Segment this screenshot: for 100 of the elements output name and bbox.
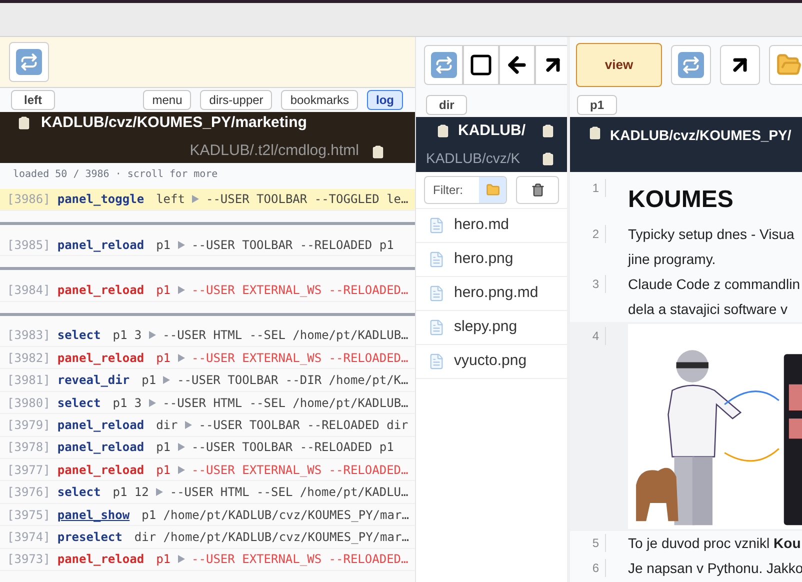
command-name[interactable]: select [57, 326, 101, 344]
command-name[interactable]: panel_reload [57, 550, 144, 568]
paragraph-line: To je duvod proc vznikl Kou [628, 534, 802, 553]
panel-label: left [11, 90, 55, 110]
tab[interactable]: menu [143, 90, 192, 110]
tab[interactable]: log [367, 90, 403, 110]
entry-number: [3979] [7, 416, 50, 434]
command-name[interactable]: preselect [57, 528, 122, 546]
command-args: p1 [156, 282, 171, 299]
command-name[interactable]: panel_reload [57, 348, 144, 367]
play-icon [178, 286, 185, 294]
command-name[interactable]: panel_reload [57, 438, 144, 456]
path-title: KADLUB/ [458, 120, 526, 141]
entry-number: [3983] [7, 327, 50, 344]
log-message: --USER TOOLBAR --RELOADED p1 [192, 439, 394, 456]
entry-number: [3982] [7, 350, 50, 367]
command-args: p1 [156, 551, 171, 568]
filter-field[interactable]: Filter: [424, 176, 507, 204]
line-number: 1 [592, 180, 599, 197]
log-message: --USER EXTERNAL_WS --RELOADED… [192, 551, 408, 568]
entry-number: [3985] [7, 236, 50, 254]
folder-icon [479, 177, 506, 203]
log-message: --USER EXTERNAL_WS --RELOADED… [192, 350, 408, 367]
command-name[interactable]: panel_reload [57, 281, 144, 299]
line-number: 2 [592, 226, 599, 243]
clipboard-icon [541, 124, 555, 138]
entry-number: [3975] [7, 506, 50, 524]
play-icon [192, 195, 199, 204]
log-message: --USER HTML --SEL /home/pt/KADLUB… [162, 394, 408, 412]
log-message: --USER TOOLBAR --RELOADED p1 [192, 236, 394, 254]
play-icon [178, 466, 185, 474]
command-name[interactable]: select [57, 483, 101, 502]
path-title: KADLUB/cvz/KOUMES_PY/marketing [41, 112, 307, 133]
command-args: left [156, 191, 185, 208]
log-message: --USER TOOLBAR --RELOADED dir [198, 416, 408, 434]
paragraph-line: Typicky setup dnes - Visua [628, 225, 796, 244]
play-icon [178, 240, 185, 249]
play-icon [156, 488, 163, 496]
file-item[interactable]: hero.md [416, 209, 567, 243]
file-item[interactable]: slepy.png [416, 311, 567, 345]
command-name[interactable]: panel_toggle [57, 190, 144, 208]
play-icon [178, 354, 185, 362]
entry-number: [3981] [7, 372, 50, 390]
command-args: p1 12 [112, 484, 149, 502]
entry-number: [3978] [7, 439, 50, 456]
refresh-icon [678, 52, 704, 78]
entry-number: [3973] [7, 551, 50, 568]
log-message: --USER TOOLBAR --TOGGLED le… [206, 191, 408, 208]
path-title: KADLUB/cvz/KOUMES_PY/ [610, 126, 792, 145]
tab[interactable]: bookmarks [281, 90, 358, 110]
toolbar-button[interactable] [463, 44, 499, 84]
command-name[interactable]: panel_show [57, 506, 130, 524]
line-number: 4 [592, 328, 599, 345]
clipboard-icon [371, 144, 385, 159]
toolbar-button[interactable] [499, 44, 535, 84]
log-message: --USER TOOLBAR --DIR /home/pt/K… [177, 372, 408, 390]
toolbar-button[interactable] [720, 44, 760, 84]
command-name[interactable]: select [57, 394, 101, 412]
file-icon [428, 251, 445, 268]
view-button[interactable]: view [576, 42, 662, 86]
play-icon [148, 331, 156, 340]
entry-number: [3986] [7, 191, 50, 208]
log-message: --USER HTML --SEL /home/pt/KADLUB… [162, 327, 408, 344]
entry-number: [3980] [7, 394, 50, 412]
toolbar-button[interactable] [535, 44, 567, 84]
refresh-icon [16, 49, 42, 76]
square-icon [469, 52, 493, 76]
tab[interactable]: dirs-upper [200, 90, 272, 110]
command-args: p1 [142, 372, 156, 390]
log-message: --USER EXTERNAL_WS --RELOADED… [192, 462, 408, 479]
folder-icon [776, 52, 802, 78]
command-args: p1 3 [112, 394, 142, 412]
path-subtitle: KADLUB/.t2l/cmdlog.html [190, 141, 359, 162]
file-icon [428, 217, 445, 234]
entry-number: [3984] [7, 282, 50, 299]
file-item[interactable]: hero.png [416, 243, 567, 277]
paragraph-line: Claude Code z commandlin [628, 275, 801, 294]
paragraph-line: jine programy. [628, 250, 717, 269]
command-name[interactable]: panel_reload [57, 416, 144, 434]
refresh-icon [430, 52, 456, 78]
path-subtitle: KADLUB/cvz/K [426, 149, 520, 168]
command-name[interactable]: panel_reload [57, 460, 144, 479]
command-name[interactable]: reveal_dir [57, 371, 130, 390]
file-item[interactable]: hero.png.md [416, 277, 567, 311]
heading: KOUMES [628, 185, 734, 215]
panel-label: p1 [577, 94, 618, 114]
delete-button[interactable] [516, 176, 559, 204]
command-name[interactable]: panel_reload [57, 236, 144, 254]
command-args: p1 [156, 350, 171, 367]
panel-label: dir [426, 94, 468, 114]
entry-number: [3974] [7, 528, 50, 546]
log-message: --USER HTML --SEL /home/pt/KADLU… [170, 484, 408, 502]
clipboard-icon [588, 126, 602, 140]
clipboard-icon [436, 124, 450, 138]
command-args: dir [156, 416, 178, 434]
play-icon [184, 420, 192, 429]
line-number: 6 [592, 560, 599, 577]
command-args: p1 [156, 439, 171, 456]
log-message: --USER EXTERNAL_WS --RELOADED… [192, 282, 408, 299]
file-item[interactable]: vyucto.png [416, 345, 567, 379]
